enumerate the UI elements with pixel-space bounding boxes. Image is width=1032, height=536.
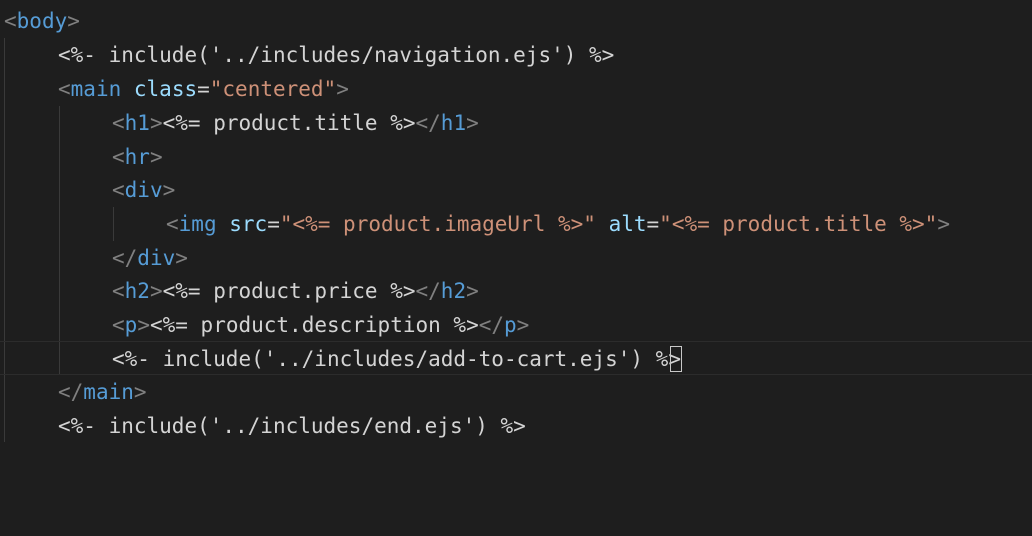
tag-punctuation: <	[166, 212, 179, 236]
code-text: include('../includes/end.ejs')	[95, 414, 501, 438]
ejs-delimiter: %>	[589, 43, 615, 67]
tag-punctuation: >	[67, 9, 80, 33]
tag-name: h1	[124, 111, 150, 135]
tag-punctuation: <	[112, 313, 125, 337]
code-line[interactable]: <main class="centered">	[0, 72, 1032, 106]
code-line[interactable]: <%- include('../includes/end.ejs') %>	[0, 409, 1032, 443]
attribute-name: alt	[608, 212, 647, 236]
tag-punctuation: >	[516, 313, 530, 337]
code-line[interactable]: <p><%= product.description %></p>	[0, 308, 1032, 342]
code-line[interactable]: <hr>	[0, 140, 1032, 174]
tag-punctuation: </	[112, 246, 138, 270]
tag-name: h2	[440, 279, 467, 303]
ejs-delimiter: %>	[390, 111, 416, 135]
tag-punctuation: <	[4, 9, 17, 33]
tag-punctuation: </	[478, 313, 505, 337]
code-text: product.title	[200, 111, 391, 135]
ejs-delimiter: <%=	[162, 279, 201, 303]
tag-name: h1	[440, 111, 467, 135]
tag-name: main	[83, 380, 134, 404]
tag-punctuation: >	[466, 279, 479, 303]
code-line[interactable]: </div>	[0, 241, 1032, 275]
tag-punctuation: <	[58, 77, 71, 101]
code-text: include('../includes/add-to-cart.ejs')	[149, 347, 656, 371]
tag-name: h2	[124, 279, 150, 303]
tag-punctuation: >	[149, 145, 163, 169]
tag-punctuation: <	[112, 145, 125, 169]
tag-punctuation: >	[175, 246, 188, 270]
tag-name: p	[504, 313, 517, 337]
tag-punctuation: <	[112, 111, 125, 135]
code-line[interactable]: <h2><%= product.price %></h2>	[0, 274, 1032, 308]
ejs-delimiter: <%-	[58, 414, 96, 438]
tag-name: main	[70, 77, 122, 101]
tag-name: p	[124, 313, 138, 337]
code-text: include('../includes/navigation.ejs')	[95, 43, 590, 67]
code-text: =	[646, 212, 660, 236]
ejs-delimiter: %>	[453, 313, 479, 337]
tag-punctuation: >	[336, 77, 349, 101]
ejs-delimiter: %>	[500, 414, 526, 438]
tag-name: hr	[124, 145, 150, 169]
ejs-delimiter: <%-	[58, 43, 96, 67]
ejs-delimiter: <%-	[112, 347, 150, 371]
tag-punctuation: </	[415, 279, 441, 303]
ejs-delimiter: <%=	[162, 111, 201, 135]
attribute-value: "<%= product.title %>"	[659, 212, 938, 236]
code-line[interactable]: <img src="<%= product.imageUrl %>" alt="…	[0, 207, 1032, 241]
tag-punctuation: >	[937, 212, 950, 236]
tag-name: div	[124, 178, 163, 202]
tag-punctuation: >	[149, 279, 163, 303]
code-line[interactable]: <h1><%= product.title %></h1>	[0, 106, 1032, 140]
tag-punctuation: >	[137, 313, 150, 337]
text-cursor	[669, 345, 682, 372]
tag-punctuation: </	[415, 111, 441, 135]
attribute-name: src	[229, 212, 268, 236]
tag-name: body	[16, 9, 68, 33]
code-line[interactable]: <body>	[0, 4, 1032, 38]
tag-name: img	[178, 212, 217, 236]
code-text: product.description	[187, 313, 454, 337]
code-editor[interactable]: <body> <%- include('../includes/navigati…	[0, 0, 1032, 536]
code-text: =	[267, 212, 280, 236]
attribute-name: class	[133, 77, 198, 101]
tag-punctuation: >	[162, 178, 176, 202]
ejs-delimiter: %>	[390, 279, 416, 303]
attribute-value: "centered"	[209, 77, 337, 101]
tag-punctuation: <	[112, 178, 125, 202]
code-line[interactable]: <div>	[0, 173, 1032, 207]
attribute-value: "<%= product.imageUrl %>"	[279, 212, 596, 236]
tag-punctuation: >	[133, 380, 147, 404]
code-text: =	[197, 77, 210, 101]
code-line[interactable]: </main>	[0, 375, 1032, 409]
ejs-delimiter: <%=	[149, 313, 188, 337]
tag-punctuation: >	[466, 111, 479, 135]
code-text: product.price	[200, 279, 391, 303]
tag-name: div	[137, 246, 176, 270]
code-line[interactable]: <%- include('../includes/navigation.ejs'…	[0, 38, 1032, 72]
tag-punctuation: <	[112, 279, 125, 303]
tag-punctuation: >	[149, 111, 163, 135]
tag-punctuation: </	[58, 380, 84, 404]
current-code-line[interactable]: <%- include('../includes/add-to-cart.ejs…	[0, 341, 1032, 375]
